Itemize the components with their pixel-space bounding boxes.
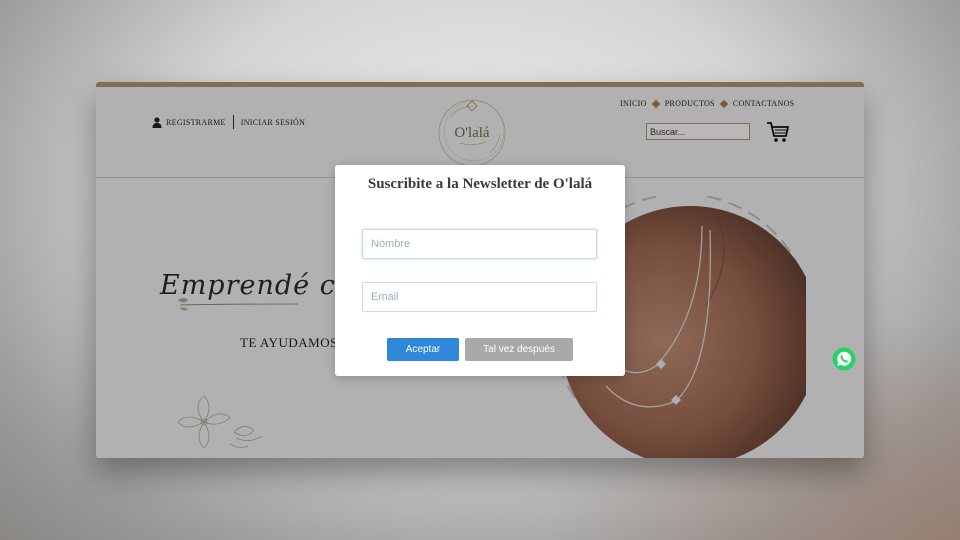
newsletter-modal: Suscribite a la Newsletter de O'lalá Ace… [335,165,625,376]
name-field[interactable] [362,229,597,259]
email-field[interactable] [362,282,597,312]
modal-title: Suscribite a la Newsletter de O'lalá [367,176,593,192]
accept-button[interactable]: Aceptar [387,338,459,361]
whatsapp-icon[interactable] [832,347,856,371]
later-button[interactable]: Tal vez después [465,338,573,361]
